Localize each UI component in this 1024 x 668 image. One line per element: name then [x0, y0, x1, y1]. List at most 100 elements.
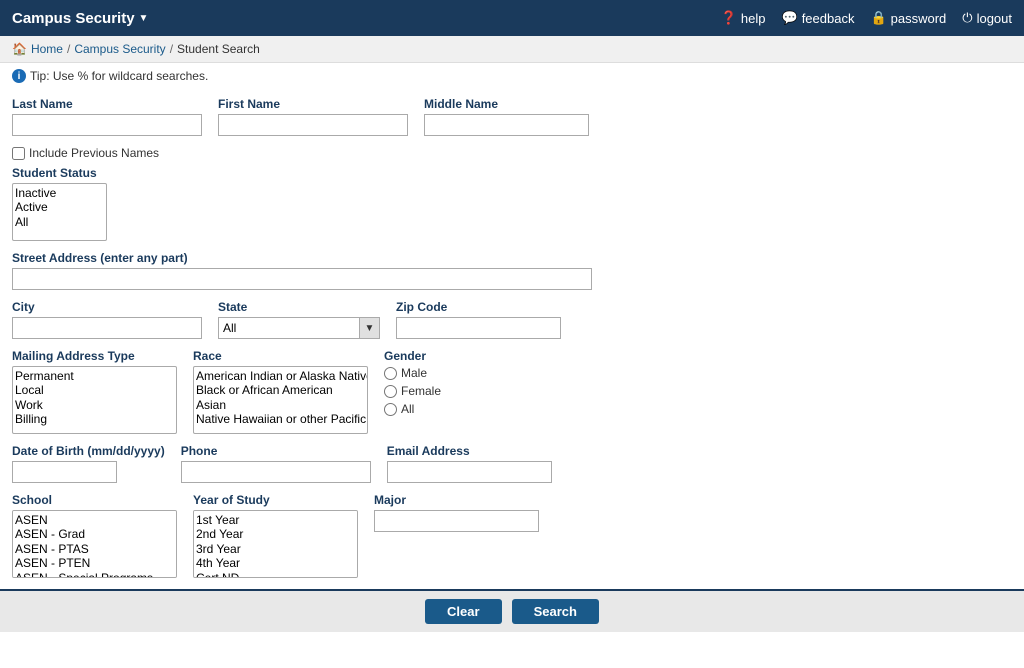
feedback-link[interactable]: 💬 feedback [782, 10, 855, 26]
gender-all-item: All [384, 402, 441, 416]
school-select[interactable]: ASEN ASEN - Grad ASEN - PTAS ASEN - PTEN… [12, 510, 177, 578]
email-input[interactable] [387, 461, 552, 483]
middle-name-group: Middle Name [424, 97, 589, 136]
gender-female-radio[interactable] [384, 385, 397, 398]
major-input[interactable] [374, 510, 539, 532]
gender-group: Gender Male Female All [384, 349, 441, 416]
city-group: City [12, 300, 202, 339]
main-content: Last Name First Name Middle Name Include… [0, 89, 1024, 668]
race-label: Race [193, 349, 368, 363]
mailing-address-type-select[interactable]: Permanent Local Work Billing [12, 366, 177, 434]
state-select[interactable]: All AK AL CA [219, 318, 359, 338]
year-3rd: 3rd Year [196, 542, 355, 556]
dob-group: Date of Birth (mm/dd/yyyy) [12, 444, 165, 483]
logout-link[interactable]: ⏻ logout [962, 10, 1012, 26]
mailing-address-type-group: Mailing Address Type Permanent Local Wor… [12, 349, 177, 434]
breadcrumb-sep-1: / [67, 42, 70, 56]
app-title[interactable]: Campus Security ▼ [12, 10, 148, 27]
state-select-container: All AK AL CA ▼ [218, 317, 380, 339]
dob-phone-email-row: Date of Birth (mm/dd/yyyy) Phone Email A… [12, 444, 1012, 483]
first-name-group: First Name [218, 97, 408, 136]
city-label: City [12, 300, 202, 314]
clear-button[interactable]: Clear [425, 599, 502, 624]
mailing-address-type-container: Permanent Local Work Billing [12, 366, 177, 434]
street-address-input[interactable] [12, 268, 592, 290]
gender-male-item: Male [384, 366, 441, 380]
include-previous-names-checkbox[interactable] [12, 147, 25, 160]
mat-option-permanent: Permanent [15, 369, 174, 383]
gender-female-label: Female [401, 384, 441, 398]
race-option-aian: American Indian or Alaska Native [196, 369, 365, 383]
nav-title-text: Campus Security [12, 10, 135, 27]
feedback-icon: 💬 [782, 10, 798, 26]
gender-all-label: All [401, 402, 414, 416]
breadcrumb-sep-2: / [170, 42, 173, 56]
street-address-label: Street Address (enter any part) [12, 251, 1012, 265]
dob-label: Date of Birth (mm/dd/yyyy) [12, 444, 165, 458]
feedback-label: feedback [802, 11, 855, 26]
school-group: School ASEN ASEN - Grad ASEN - PTAS ASEN… [12, 493, 177, 578]
gender-male-radio[interactable] [384, 367, 397, 380]
tip-bar: i Tip: Use % for wildcard searches. [0, 63, 1024, 89]
logout-icon: ⏻ [962, 10, 972, 26]
status-option-active: Active [15, 200, 104, 214]
student-status-label: Student Status [12, 166, 1012, 180]
year-cert-nd: Cert ND [196, 571, 355, 578]
help-label: help [741, 11, 766, 26]
school-year-major-row: School ASEN ASEN - Grad ASEN - PTAS ASEN… [12, 493, 1012, 578]
zip-code-input[interactable] [396, 317, 561, 339]
home-icon: 🏠 [12, 42, 27, 56]
mat-option-local: Local [15, 383, 174, 397]
middle-name-label: Middle Name [424, 97, 589, 111]
password-icon: 🔒 [870, 10, 886, 26]
race-group: Race American Indian or Alaska Native Bl… [193, 349, 368, 434]
street-address-group: Street Address (enter any part) [12, 251, 1012, 290]
city-input[interactable] [12, 317, 202, 339]
city-state-zip-row: City State All AK AL CA ▼ Zip Code [12, 300, 1012, 339]
first-name-label: First Name [218, 97, 408, 111]
bottom-bar: Clear Search [0, 589, 1024, 632]
name-row: Last Name First Name Middle Name [12, 97, 1012, 136]
email-group: Email Address [387, 444, 552, 483]
last-name-input[interactable] [12, 114, 202, 136]
mat-option-work: Work [15, 398, 174, 412]
school-label: School [12, 493, 177, 507]
password-link[interactable]: 🔒 password [870, 10, 946, 26]
gender-all-radio[interactable] [384, 403, 397, 416]
top-nav: Campus Security ▼ ❓ help 💬 feedback 🔒 pa… [0, 0, 1024, 36]
year-of-study-select[interactable]: 1st Year 2nd Year 3rd Year 4th Year Cert… [193, 510, 358, 578]
year-4th: 4th Year [196, 556, 355, 570]
student-status-group: Student Status Inactive Active All [12, 166, 1012, 241]
state-label: State [218, 300, 380, 314]
middle-name-input[interactable] [424, 114, 589, 136]
status-option-inactive: Inactive [15, 186, 104, 200]
first-name-input[interactable] [218, 114, 408, 136]
address-race-gender-row: Mailing Address Type Permanent Local Wor… [12, 349, 1012, 434]
email-label: Email Address [387, 444, 552, 458]
race-option-asian: Asian [196, 398, 365, 412]
state-dropdown-btn[interactable]: ▼ [359, 318, 379, 338]
phone-input[interactable] [181, 461, 371, 483]
school-asen-grad: ASEN - Grad [15, 527, 174, 541]
breadcrumb-home[interactable]: Home [31, 42, 63, 56]
race-select[interactable]: American Indian or Alaska Native Black o… [193, 366, 368, 434]
nav-dropdown-caret: ▼ [139, 13, 149, 24]
dob-input[interactable] [12, 461, 117, 483]
major-group: Major [374, 493, 539, 532]
breadcrumb-current: Student Search [177, 42, 260, 56]
zip-code-label: Zip Code [396, 300, 561, 314]
include-previous-names-row: Include Previous Names [12, 146, 1012, 160]
last-name-group: Last Name [12, 97, 202, 136]
search-button[interactable]: Search [512, 599, 599, 624]
student-status-select[interactable]: Inactive Active All [12, 183, 107, 241]
breadcrumb-campus-security[interactable]: Campus Security [74, 42, 165, 56]
school-asen-pten: ASEN - PTEN [15, 556, 174, 570]
year-2nd: 2nd Year [196, 527, 355, 541]
school-asen-ptas: ASEN - PTAS [15, 542, 174, 556]
year-1st: 1st Year [196, 513, 355, 527]
gender-label: Gender [384, 349, 441, 363]
help-link[interactable]: ❓ help [721, 10, 766, 26]
logout-label: logout [977, 11, 1012, 26]
password-label: password [891, 11, 947, 26]
gender-radio-group: Male Female All [384, 366, 441, 416]
